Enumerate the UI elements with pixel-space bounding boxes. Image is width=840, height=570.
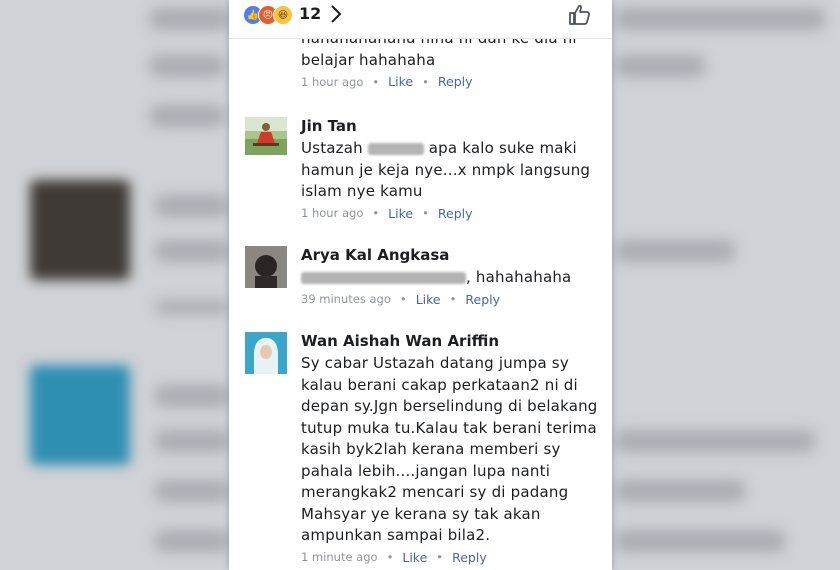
reply-link[interactable]: Reply bbox=[438, 74, 473, 89]
chevron-right-icon[interactable] bbox=[329, 3, 343, 29]
comment-line: apa kalo suke maki bbox=[428, 139, 577, 157]
timestamp: 1 hour ago bbox=[301, 74, 364, 89]
comment-meta: 1 hour ago • Like • Reply bbox=[301, 205, 473, 221]
like-link[interactable]: Like bbox=[402, 550, 427, 565]
censored-text bbox=[367, 142, 424, 155]
reaction-count[interactable]: 12 bbox=[299, 4, 321, 23]
like-link[interactable]: Like bbox=[388, 74, 413, 89]
comment-text: Ustazah apa kalo suke maki hamun je keja… bbox=[301, 138, 601, 203]
comment-text: Sy cabar Ustazah datang jumpa sy kalau b… bbox=[301, 353, 601, 547]
comment-line: islam nye kamu bbox=[301, 182, 423, 200]
timestamp: 1 minute ago bbox=[301, 550, 378, 564]
commenter-name[interactable]: Jin Tan bbox=[301, 117, 601, 135]
like-link[interactable]: Like bbox=[388, 206, 413, 221]
comment-line: pahala lebih....jangan lupa nanti bbox=[301, 461, 551, 480]
comment-line: belajar hahahaha bbox=[301, 50, 436, 69]
comment-line: Mahsyar ye kerana sy tak akan bbox=[301, 504, 541, 523]
comment-meta: 39 minutes ago • Like • Reply bbox=[301, 291, 501, 307]
reply-link[interactable]: Reply bbox=[438, 206, 473, 221]
comment-line: ampunkan sampai bila2. bbox=[301, 526, 491, 544]
comments-panel: 👍 😠 😆 12 hahahahahaha hina hi dah ke dia… bbox=[229, 0, 612, 570]
censored-text bbox=[301, 271, 466, 284]
comment-line: hamun je keja nye...x nmpk langsung bbox=[301, 160, 591, 179]
like-thumb-icon[interactable] bbox=[568, 3, 592, 31]
like-link[interactable]: Like bbox=[416, 292, 441, 307]
comment-line: kalau berani cakap perkataan2 ni di bbox=[301, 375, 578, 394]
comment-line: merangkak2 mencari sy di padang bbox=[301, 483, 569, 501]
reactions-bar: 👍 😠 😆 12 bbox=[229, 0, 612, 39]
comment-line: depan sy.Jgn berselindung di belakang bbox=[301, 397, 598, 415]
comment-line: , hahahahaha bbox=[466, 268, 572, 286]
commenter-name[interactable]: Wan Aishah Wan Ariffin bbox=[301, 332, 601, 350]
comment-line: Ustazah bbox=[301, 139, 363, 157]
comment-line: Sy cabar Ustazah datang jumpa sy bbox=[301, 354, 569, 372]
reply-link[interactable]: Reply bbox=[452, 550, 487, 565]
comment-text: , hahahahaha bbox=[301, 267, 601, 289]
reaction-icons[interactable]: 👍 😠 😆 bbox=[243, 5, 293, 25]
reply-link[interactable]: Reply bbox=[465, 292, 500, 307]
timestamp: 39 minutes ago bbox=[301, 292, 391, 306]
comment-line: kasih byk2lah kerana memberi sy bbox=[301, 440, 561, 458]
comment-meta: 1 minute ago • Like • Reply bbox=[301, 549, 487, 565]
avatar[interactable] bbox=[245, 246, 287, 288]
comment-line: tutup muka tu.Kalau tak berani terima bbox=[301, 418, 597, 437]
avatar[interactable] bbox=[245, 332, 287, 374]
avatar[interactable] bbox=[245, 117, 287, 155]
haha-icon: 😆 bbox=[273, 5, 293, 25]
timestamp: 1 hour ago bbox=[301, 206, 364, 220]
commenter-name[interactable]: Arya Kal Angkasa bbox=[301, 246, 601, 264]
comment-meta: 1 hour ago • Like • Reply bbox=[301, 74, 473, 89]
